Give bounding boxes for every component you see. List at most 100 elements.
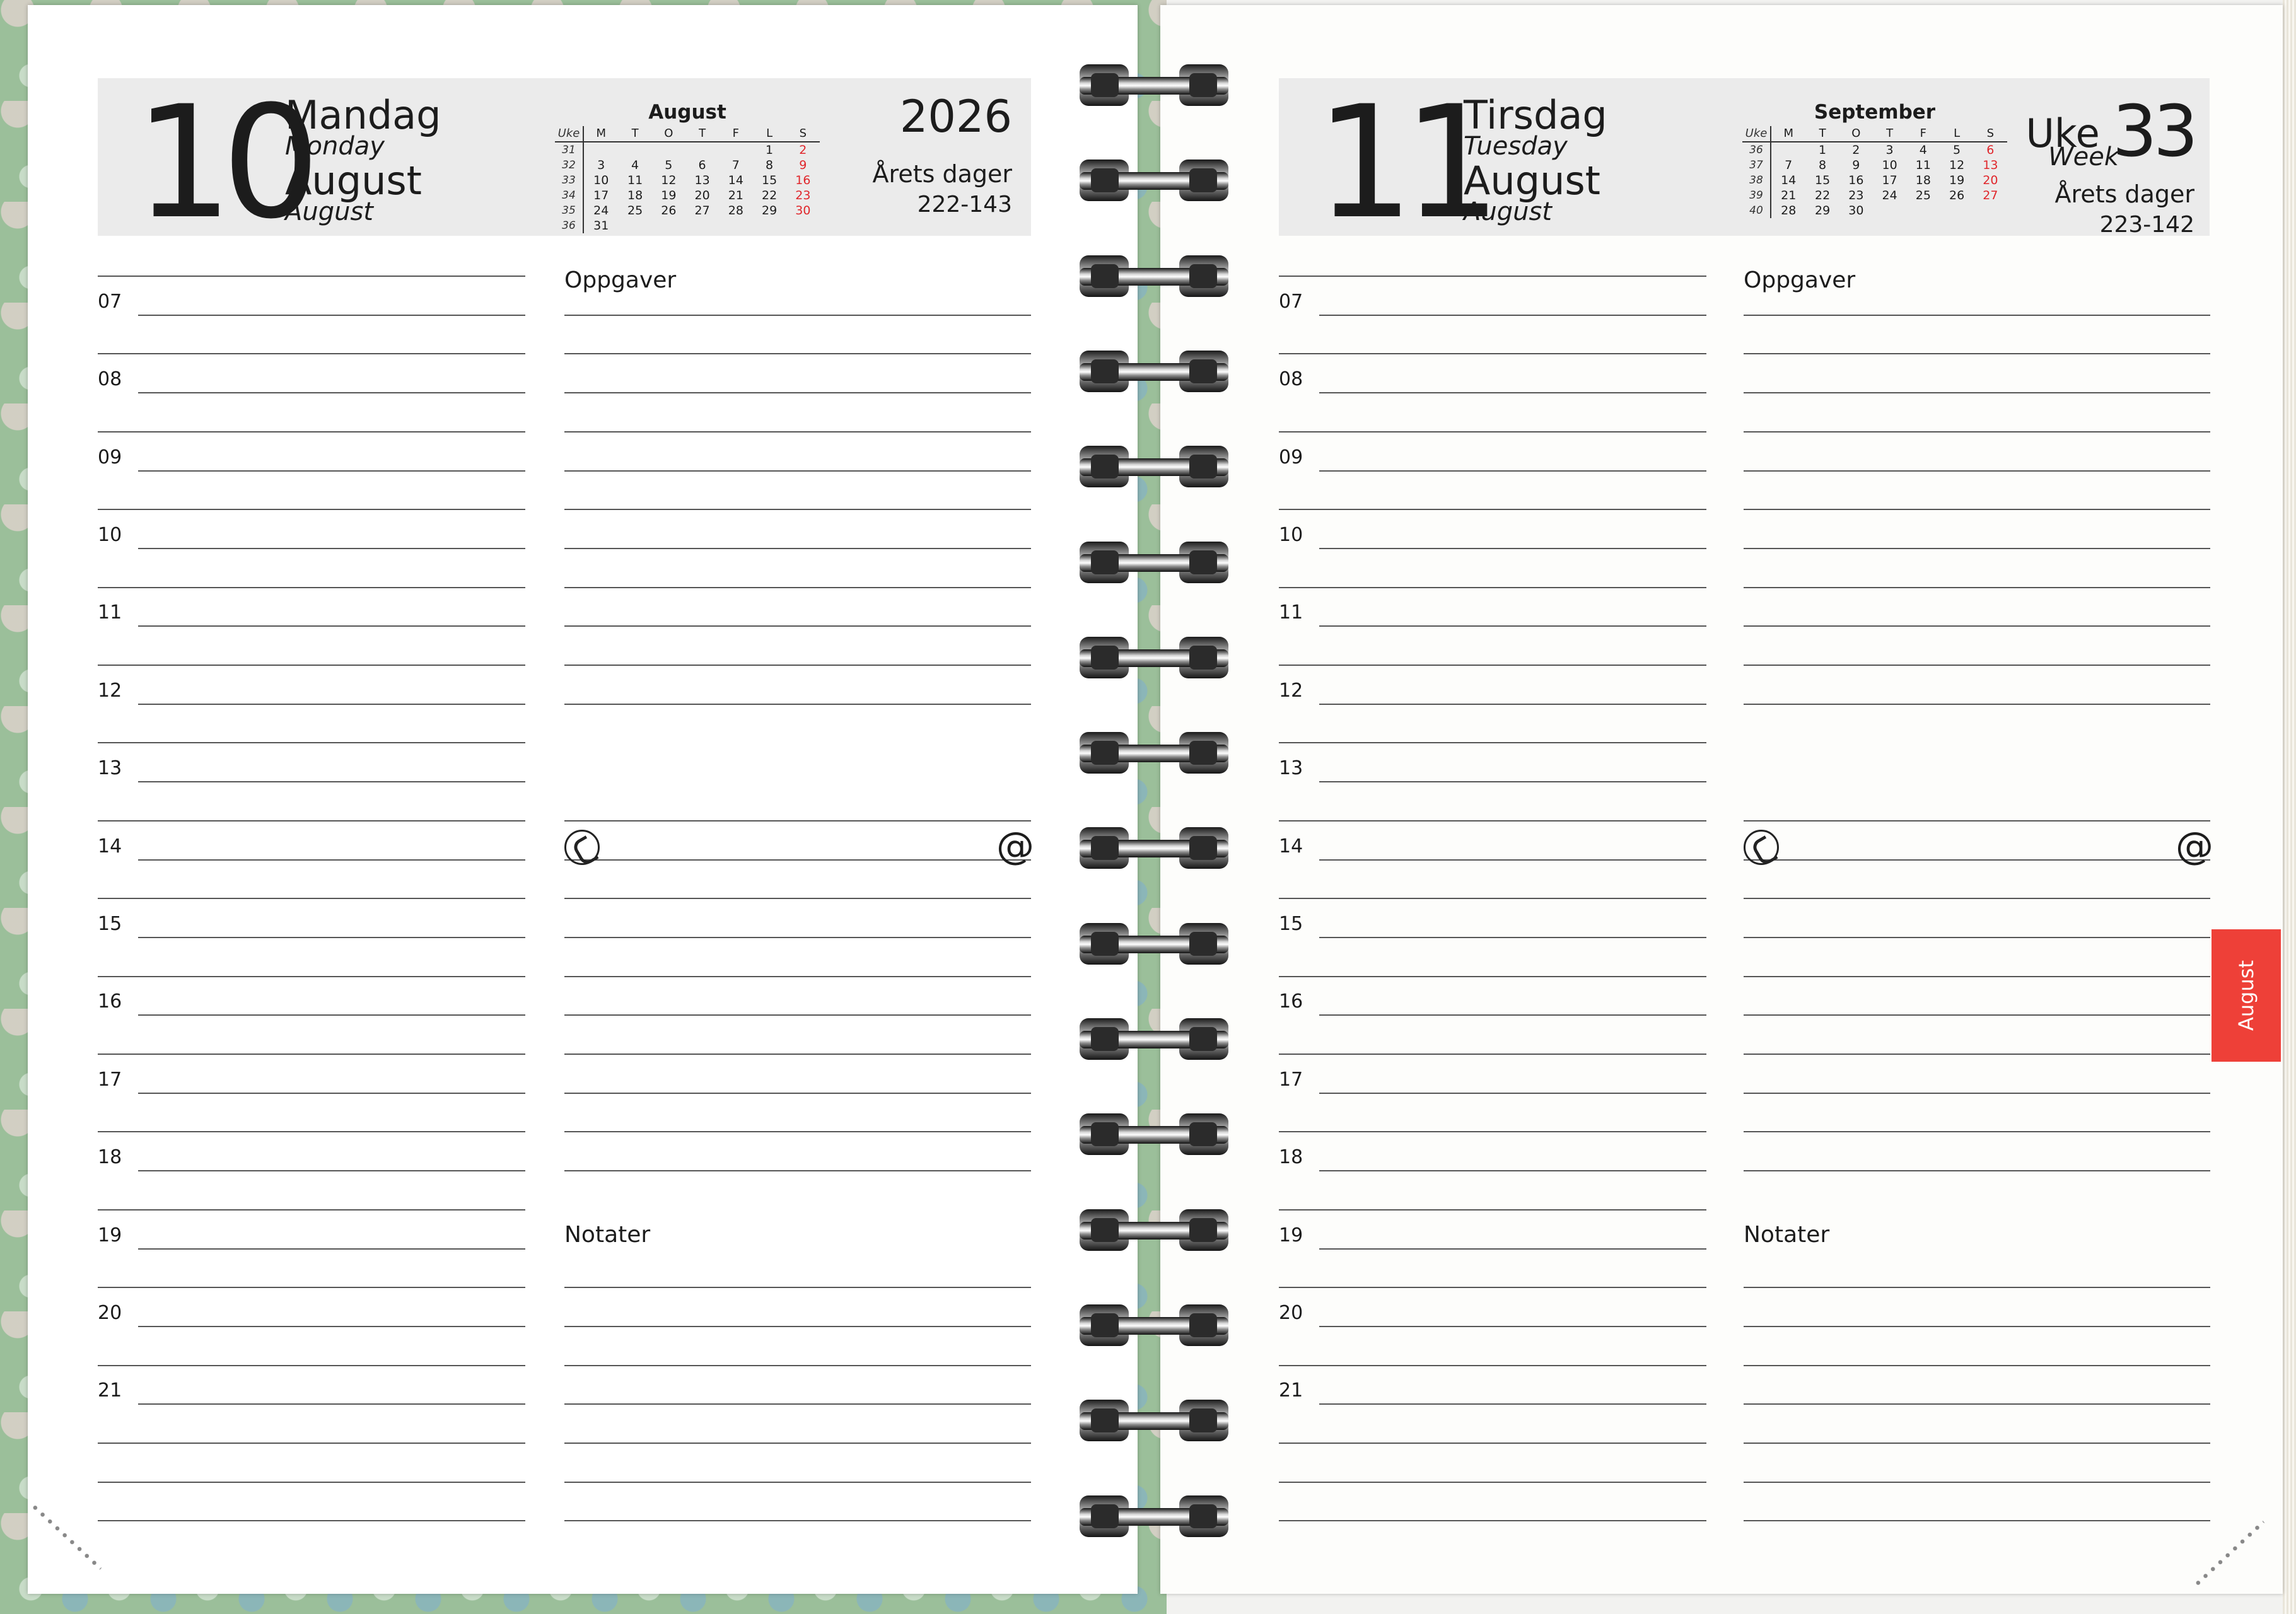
mini-calendar-header: T (1805, 126, 1839, 142)
hour-line (1319, 781, 1706, 782)
schedule-line (1279, 1287, 1706, 1288)
schedule-line (98, 509, 525, 510)
task-line (1744, 665, 2210, 666)
mini-calendar-week-number: 34 (555, 188, 584, 203)
mini-calendar-header: T (618, 126, 652, 142)
mini-calendar-day: 3 (597, 158, 605, 172)
mini-calendar-day: 15 (1814, 173, 1831, 187)
task-line (1744, 1520, 2210, 1521)
mini-calendar-day: 14 (728, 173, 743, 187)
day-names: Tirsdag Tuesday August August (1464, 96, 1607, 227)
notes-heading: Notater (1744, 1222, 1830, 1248)
hour-line (1319, 1248, 1706, 1250)
mini-calendar-week-number: 39 (1742, 188, 1771, 203)
at-sign-icon: @ (996, 824, 1034, 868)
weekday-norwegian: Tirsdag (1464, 92, 1607, 138)
hour-line (138, 1403, 525, 1405)
mini-calendar-day (719, 218, 752, 233)
task-line (1744, 820, 2210, 822)
mini-calendar-day: 24 (1882, 189, 1897, 202)
task-line (1744, 431, 2210, 433)
mini-calendar-day (1906, 203, 1940, 218)
task-line (1744, 1403, 2210, 1405)
task-line (564, 548, 1031, 549)
mini-calendar-day: 30 (795, 204, 811, 218)
mini-calendar-day: 6 (698, 158, 706, 172)
mini-calendar-day: 10 (1882, 158, 1897, 172)
task-line (1744, 1054, 2210, 1055)
mini-calendar-day: 9 (1852, 158, 1860, 172)
schedule-line (98, 431, 525, 433)
mini-calendar-header: M (1771, 126, 1806, 142)
mini-calendar-header: S (1973, 126, 2007, 142)
task-line (564, 353, 1031, 354)
phone-icon (1744, 830, 1779, 865)
hour-label: 08 (1279, 368, 1303, 390)
hour-label: 12 (1279, 680, 1303, 702)
task-line (1744, 1014, 2210, 1016)
mini-calendar-day: 23 (1848, 189, 1864, 202)
mini-calendar-header: L (752, 126, 786, 142)
task-line (564, 859, 1031, 861)
mini-calendar-day: 29 (1814, 204, 1831, 218)
task-line (564, 1520, 1031, 1521)
mini-calendar-day: 17 (593, 189, 609, 202)
task-line (564, 1403, 1031, 1405)
mini-calendar-day (1974, 203, 2007, 218)
mini-calendar-day: 16 (795, 173, 811, 187)
hour-label: 15 (98, 913, 122, 935)
task-line (564, 976, 1031, 977)
task-line (564, 1443, 1031, 1444)
mini-calendar-day (786, 218, 820, 233)
hour-label: 10 (98, 524, 122, 546)
mini-calendar-day: 6 (1986, 143, 1995, 157)
hour-label: 09 (1279, 446, 1303, 468)
schedule-line (98, 1520, 525, 1521)
schedule-line (1279, 820, 1706, 822)
mini-calendar-day: 26 (1949, 189, 1965, 202)
task-line (564, 509, 1031, 510)
day-names: Mandag Monday August August (285, 96, 441, 227)
month-tab-label: August (2234, 960, 2258, 1031)
mini-calendar-header: T (1872, 126, 1907, 142)
task-line (1744, 1482, 2210, 1483)
mini-calendar-header: T (685, 126, 720, 142)
right-day-header: 11 Tirsdag Tuesday August August Septemb… (1279, 78, 2210, 241)
month-tab[interactable]: August (2212, 929, 2281, 1062)
schedule-line (1279, 1209, 1706, 1210)
task-line (1744, 1365, 2210, 1366)
month-norwegian: August (285, 158, 422, 204)
task-line (564, 1170, 1031, 1171)
task-line (1744, 976, 2210, 977)
mini-calendar-day: 11 (1915, 158, 1931, 172)
binding-ring (1080, 1018, 1228, 1060)
schedule-line (98, 1443, 525, 1444)
year-block: 2026 Årets dager 222-143 (873, 91, 1012, 218)
task-line (564, 937, 1031, 938)
task-line (1744, 1287, 2210, 1288)
mini-calendar-day: 12 (661, 173, 677, 187)
mini-calendar-day: 29 (761, 204, 778, 218)
mini-calendar-day: 27 (694, 204, 710, 218)
weekday-norwegian: Mandag (285, 92, 441, 138)
mini-calendar-day: 4 (1919, 143, 1927, 157)
task-line (564, 431, 1031, 433)
schedule-line (1279, 276, 1706, 277)
hour-label: 20 (98, 1302, 122, 1324)
left-day-header: 10 Mandag Monday August August August Uk… (98, 78, 1031, 241)
schedule-line (1279, 1520, 1706, 1521)
hour-label: 18 (1279, 1146, 1303, 1168)
mini-calendar-day: 27 (1983, 189, 1998, 202)
hour-line (1319, 625, 1706, 627)
mini-calendar-day: 5 (1953, 143, 1961, 157)
hour-label: 12 (98, 680, 122, 702)
hour-line (138, 937, 525, 938)
binding-ring (1080, 827, 1228, 869)
mini-calendar-week-number: 33 (555, 173, 584, 188)
day-number: 10 (134, 73, 320, 253)
task-line (1744, 587, 2210, 588)
mini-calendar-day: 30 (1848, 204, 1864, 218)
task-line (1744, 315, 2210, 316)
schedule-line (98, 1482, 525, 1483)
mini-calendar-day (719, 142, 752, 158)
